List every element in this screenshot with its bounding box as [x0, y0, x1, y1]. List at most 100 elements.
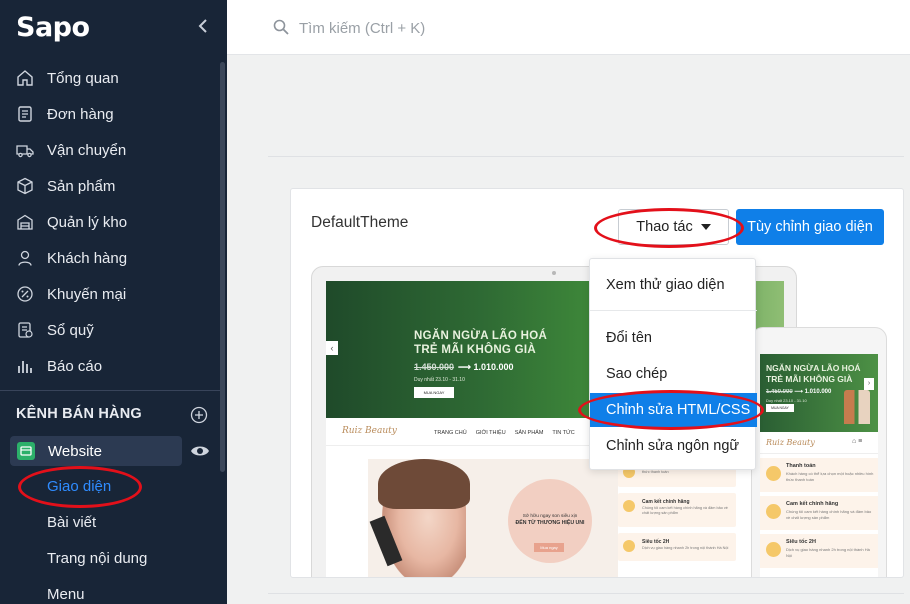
discount-icon [17, 286, 33, 302]
receipt-icon [18, 106, 32, 122]
actions-dropdown-button[interactable]: Thao tác [618, 209, 729, 245]
hero-price: 1.450.000 ⟶ 1.010.000 [414, 362, 514, 372]
mobile-feature: Siêu tốc 2H Dịch vụ giao hàng nhanh 2h t… [760, 534, 878, 568]
model-hair [378, 459, 470, 509]
feature-desc: Khách hàng có thể lựa chọn một hoặc nhiề… [786, 471, 874, 482]
actions-label: Thao tác [636, 219, 693, 235]
user-icon [18, 250, 32, 266]
site-menu: TRANG CHỦ GIỚI THIỆU SẢN PHẨM TIN TỨC [434, 430, 575, 436]
menu-item-edit-html-css[interactable]: Chỉnh sửa HTML/CSS [590, 393, 757, 427]
clock-icon [766, 542, 781, 557]
hero-line: NGĂN NGỪA LÃO HOÁ [414, 330, 548, 342]
actions-dropdown-menu: Xem thử giao diện Đổi tên Sao chép Chỉnh… [589, 258, 757, 470]
old-price: 1.450.000 [414, 362, 455, 372]
feature-title: Cam kết chính hãng [642, 499, 690, 505]
mobile-logo: Ruiz Beauty [766, 438, 815, 447]
promo-small: Sở hữu ngay son siêu xịn [522, 514, 578, 519]
search-input[interactable] [299, 14, 619, 42]
menu-item-edit-language[interactable]: Chỉnh sửa ngôn ngữ [590, 429, 757, 463]
sidebar-item-cashbook[interactable]: Sổ quỹ [0, 312, 220, 348]
camera-dot [552, 271, 556, 275]
sidebar-item-label: Sổ quỹ [47, 321, 94, 339]
theme-name: DefaultTheme [311, 214, 409, 231]
clock-icon [623, 540, 635, 552]
cashbook-icon [18, 322, 33, 338]
caret-down-icon [700, 224, 711, 230]
mobile-hero-button: MUA NGAY [766, 404, 794, 412]
sidebar-item-inventory[interactable]: Quản lý kho [0, 204, 220, 240]
promo-big: ĐẾN TỪ THƯƠNG HIỆU UNI [515, 520, 585, 526]
menu-separator [590, 310, 757, 311]
hero-title: NGĂN NGỪA LÃO HOÁ TRẺ MÃI KHÔNG GIÀ [414, 329, 547, 357]
menu-item-duplicate[interactable]: Sao chép [590, 357, 757, 391]
section-title-sales-channels: KÊNH BÁN HÀNG [16, 406, 142, 422]
warehouse-icon [17, 214, 33, 230]
sidebar-item-overview[interactable]: Tổng quan [0, 60, 220, 96]
sidebar-item-label: Tổng quan [47, 69, 119, 87]
menu-item-rename[interactable]: Đổi tên [590, 321, 757, 355]
sidebar-item-customers[interactable]: Khách hàng [0, 240, 220, 276]
feature-title: Siêu tốc 2H [642, 539, 670, 545]
sidebar-item-label: Sản phẩm [47, 177, 116, 195]
sidebar-divider [0, 390, 220, 391]
customize-theme-button[interactable]: Tùy chỉnh giao diện [736, 209, 884, 245]
mobile-hero-title: NGĂN NGỪA LÃO HOÁ TRẺ MÃI KHÔNG GIÀ [766, 363, 861, 385]
sidebar-item-label: Báo cáo [47, 357, 103, 375]
hero-date: Duy nhất 23.10 - 31.10 [414, 377, 465, 383]
feature-title: Siêu tốc 2H [786, 539, 816, 545]
sidebar-item-orders[interactable]: Đơn hàng [0, 96, 220, 132]
menu-icon: ⌂ ≡ [852, 438, 863, 445]
website-icon [17, 442, 35, 460]
add-circle-icon[interactable] [190, 406, 208, 424]
mobile-preview: NGĂN NGỪA LÃO HOÁ TRẺ MÃI KHÔNG GIÀ 1.45… [751, 327, 887, 577]
divider-line [268, 593, 904, 594]
site-menu-item: GIỚI THIỆU [475, 430, 506, 436]
new-price: 1.010.000 [473, 362, 514, 372]
badge-icon [766, 504, 781, 519]
sidebar-item-label: Quản lý kho [47, 213, 128, 231]
sidebar-scrollbar[interactable] [220, 62, 225, 472]
feature-title: Thanh toán [786, 463, 816, 469]
channel-website[interactable]: Website [10, 436, 182, 466]
sapo-logo[interactable]: Sapo [16, 12, 90, 43]
mobile-hero: NGĂN NGỪA LÃO HOÁ TRẺ MÃI KHÔNG GIÀ 1.45… [760, 354, 878, 432]
site-menu-item: SẢN PHẨM [514, 430, 544, 436]
site-menu-item: TRANG CHỦ [434, 430, 467, 436]
sub-item-pages[interactable]: Trang nội dung [47, 550, 147, 567]
mobile-feature: Cam kết chính hãng Chúng tôi cam kết hàn… [760, 496, 878, 530]
eye-icon[interactable] [190, 443, 210, 459]
sidebar-item-shipping[interactable]: Vận chuyển [0, 132, 220, 168]
search-icon [273, 19, 289, 35]
sidebar-item-reports[interactable]: Báo cáo [0, 348, 220, 384]
menu-item-preview-theme[interactable]: Xem thử giao diện [590, 268, 757, 302]
new-price: 1.010.000 [804, 389, 832, 395]
promo-button: Mua ngay [534, 543, 564, 552]
chevron-right-icon: › [864, 378, 874, 390]
sidebar-item-label: Khách hàng [47, 249, 128, 267]
channel-website-label: Website [48, 442, 102, 460]
mobile-preview-screen: NGĂN NGỪA LÃO HOÁ TRẺ MÃI KHÔNG GIÀ 1.45… [760, 354, 878, 577]
wallet-icon [766, 466, 781, 481]
hero-button: MUA NGAY [414, 387, 454, 398]
sub-item-articles[interactable]: Bài viết [47, 514, 96, 531]
sidebar-item-products[interactable]: Sản phẩm [0, 168, 220, 204]
feature-desc: Chúng tôi cam kết hàng chính hãng và đảm… [642, 506, 728, 515]
divider-line [268, 156, 904, 157]
hero-line: TRẺ MÃI KHÔNG GIÀ [766, 374, 853, 384]
badge-icon [623, 500, 635, 512]
site-logo: Ruiz Beauty [342, 426, 397, 436]
promo-banner: Sở hữu ngay son siêu xịn ĐẾN TỪ THƯƠNG H… [368, 459, 618, 577]
chevron-left-icon[interactable] [196, 16, 210, 36]
mobile-date: Duy nhất 23.10 - 31.10 [766, 398, 807, 403]
feature-title: Cam kết chính hãng [786, 501, 839, 507]
sidebar-item-promotions[interactable]: Khuyến mại [0, 276, 220, 312]
old-price: 1.450.000 [766, 389, 793, 395]
mobile-nav: Ruiz Beauty ⌂ ≡ [760, 432, 878, 454]
feature-card: Cam kết chính hãng Chúng tôi cam kết hàn… [618, 493, 736, 527]
feature-desc: Chúng tôi cam kết hàng chính hãng và đảm… [786, 509, 872, 520]
sub-item-themes[interactable]: Giao diện [47, 478, 111, 495]
feature-desc: Dịch vụ giao hàng nhanh 2h trong nội thà… [642, 546, 729, 550]
hero-line: NGĂN NGỪA LÃO HOÁ [766, 363, 861, 373]
promo-text: Sở hữu ngay son siêu xịn ĐẾN TỪ THƯƠNG H… [508, 514, 592, 526]
sub-item-menu[interactable]: Menu [47, 586, 85, 603]
